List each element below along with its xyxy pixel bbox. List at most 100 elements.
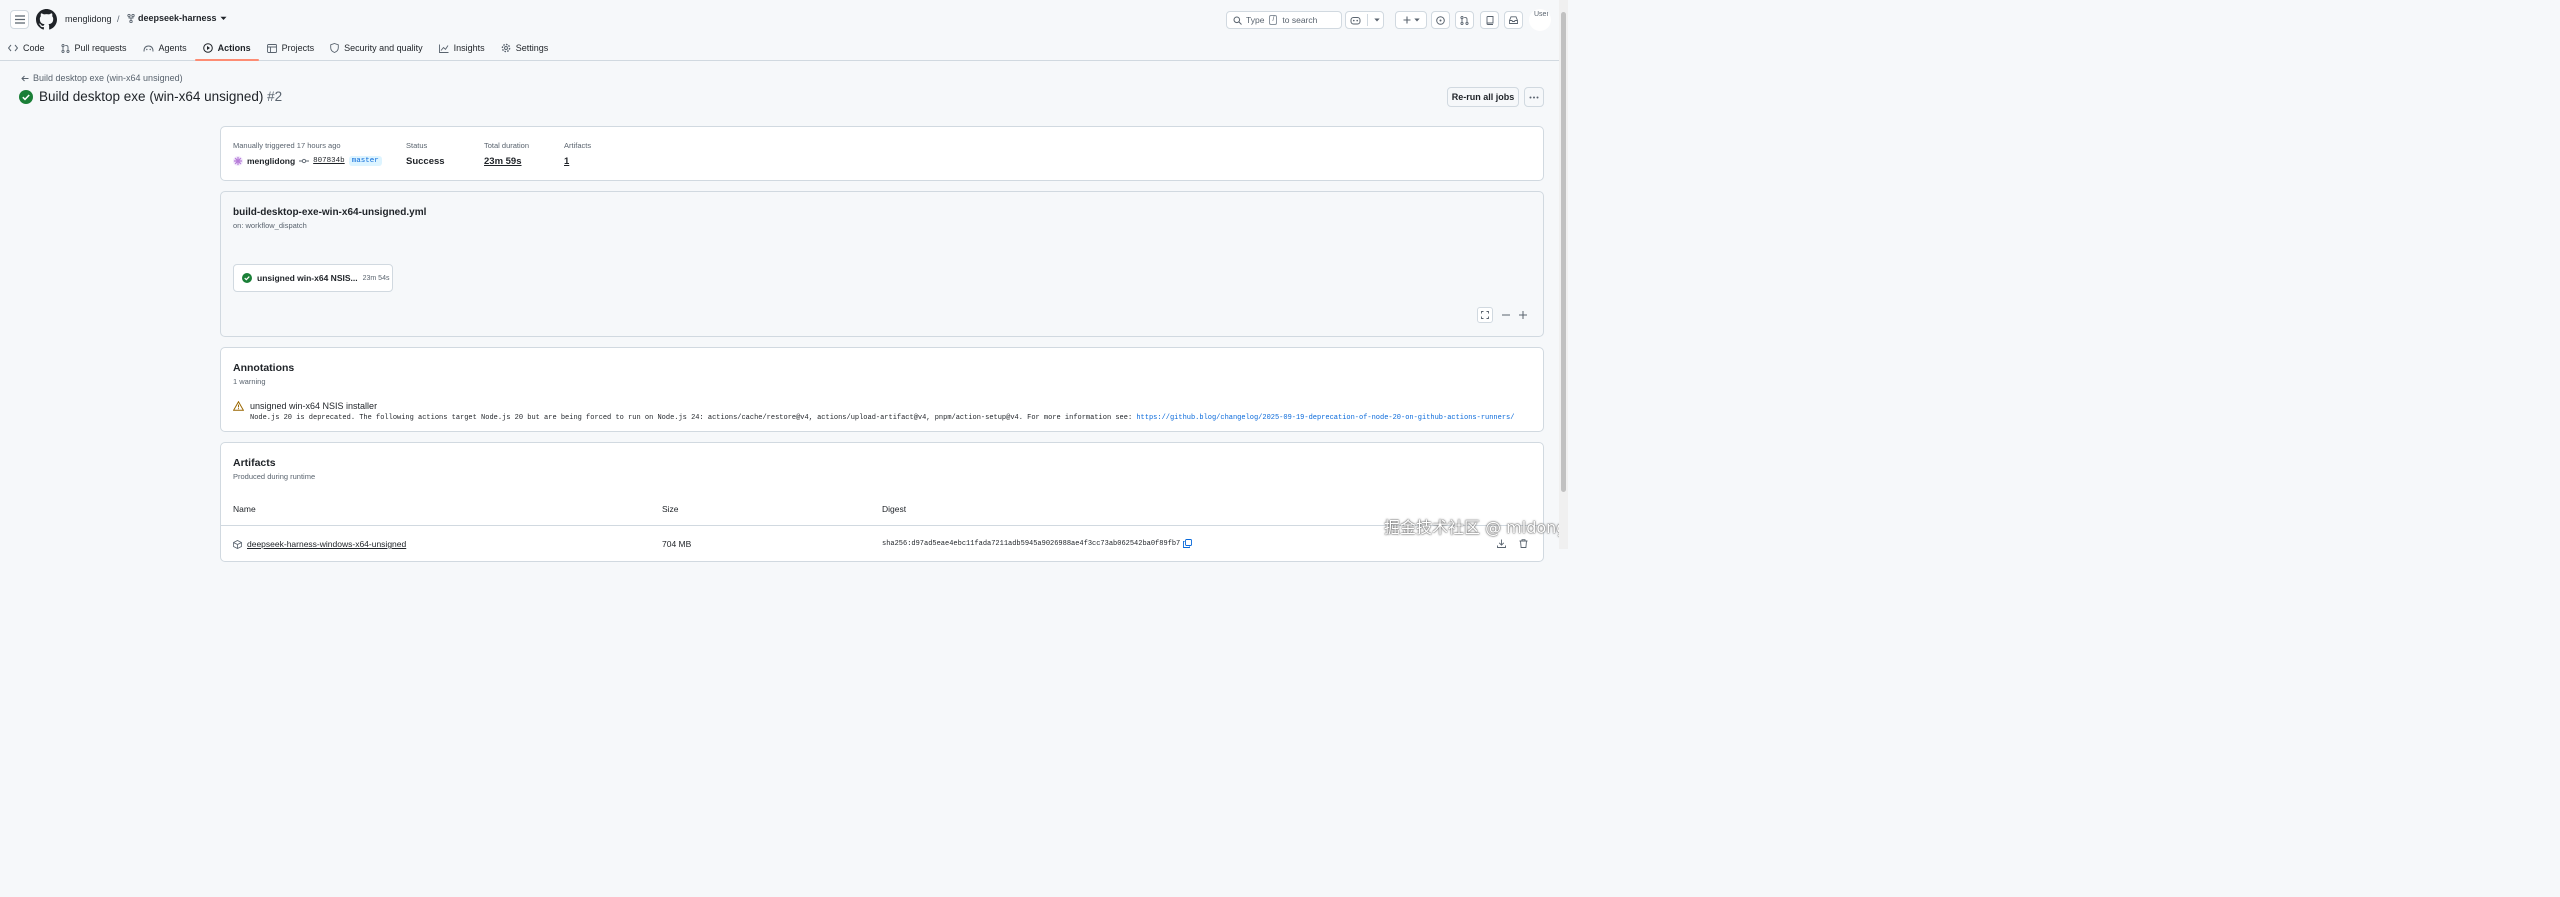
job-duration: 23m 54s [362, 274, 390, 282]
copilot-icon [1350, 16, 1360, 24]
code-icon [8, 44, 18, 52]
issue-opened-icon [1436, 15, 1445, 25]
pull-request-icon [1460, 15, 1469, 25]
zoom-in-button[interactable] [1515, 307, 1531, 323]
deprecation-link[interactable]: https://github.blog/changelog/2025-09-19… [1136, 414, 1514, 422]
tab-agents[interactable]: Agents [135, 37, 195, 59]
column-header-digest: Digest [882, 504, 907, 514]
check-circle-fill-icon [242, 273, 252, 283]
play-icon [202, 43, 213, 53]
zoom-out-button[interactable] [1498, 307, 1514, 323]
app-header: menglidong / deepseek-harness Type / to se… [0, 0, 1568, 61]
repo-fork-icon [127, 13, 135, 23]
inbox-icon [1509, 16, 1518, 24]
tab-label: Code [23, 43, 45, 53]
tab-label: Security and quality [344, 43, 423, 53]
chevron-down-icon [1373, 18, 1380, 22]
tab-pull-requests[interactable]: Pull requests [53, 37, 135, 59]
shield-icon [330, 43, 339, 53]
tab-actions[interactable]: Actions [194, 37, 259, 61]
breadcrumb-repo[interactable]: deepseek-harness [127, 13, 227, 23]
back-to-workflow-link[interactable]: Build desktop exe (win-x64 unsigned) [21, 73, 183, 83]
chevron-down-icon [1413, 18, 1420, 22]
run-title: Build desktop exe (win-x64 unsigned) [39, 89, 264, 104]
job-name: unsigned win-x64 NSIS... [257, 273, 358, 283]
page-title: Build desktop exe (win-x64 unsigned) #2 [39, 89, 282, 104]
workflow-graph-card: build-desktop-exe-win-x64-unsigned.yml o… [220, 191, 1544, 337]
git-commit-icon [299, 158, 310, 164]
duration-link[interactable]: 23m 59s [484, 156, 529, 167]
tab-label: Projects [281, 43, 315, 53]
agents-icon [143, 44, 154, 52]
table-icon [266, 43, 277, 53]
trigger-details: menglidong 807834b master [233, 156, 382, 166]
inbox-button[interactable] [1504, 11, 1523, 29]
status-label: Status [406, 141, 428, 150]
job-node[interactable]: unsigned win-x64 NSIS... 23m 54s [233, 264, 393, 292]
fullscreen-button[interactable] [1477, 307, 1493, 323]
duration-info: Total duration 23m 59s [484, 141, 529, 167]
status-info: Status Success [406, 141, 445, 167]
branch-badge[interactable]: master [348, 156, 382, 166]
trash-icon [1519, 539, 1528, 548]
workflow-file-name: build-desktop-exe-win-x64-unsigned.yml [233, 207, 427, 218]
artifacts-label: Artifacts [564, 141, 592, 150]
graph-icon [438, 44, 449, 53]
annotations-count: 1 warning [233, 377, 266, 386]
tab-label: Settings [515, 43, 549, 53]
avatar-alt-text: User [1534, 11, 1549, 18]
pull-requests-button[interactable] [1455, 11, 1474, 29]
tab-insights[interactable]: Insights [431, 37, 493, 59]
column-header-name: Name [233, 504, 256, 514]
repo-icon [1486, 15, 1493, 25]
delete-artifact-button[interactable] [1519, 539, 1528, 548]
actor-link[interactable]: menglidong [247, 156, 295, 166]
issues-button[interactable] [1431, 11, 1450, 29]
kebab-horizontal-icon [1529, 96, 1539, 98]
search-placeholder-suffix: to search [1282, 15, 1318, 25]
artifacts-subtitle: Produced during runtime [233, 472, 316, 481]
plus-icon [1519, 311, 1527, 319]
tab-security-and-quality[interactable]: Security and quality [322, 37, 431, 59]
more-actions-button[interactable] [1524, 87, 1544, 107]
breadcrumb-owner[interactable]: menglidong [65, 14, 112, 24]
annotation-message-text: Node.js 20 is deprecated. The following … [250, 414, 1137, 422]
gear-icon [501, 43, 510, 53]
search-input[interactable]: Type / to search [1226, 11, 1342, 29]
tab-label: Pull requests [74, 43, 127, 53]
plus-icon [1403, 16, 1410, 24]
annotations-title: Annotations [233, 362, 295, 374]
trigger-label: Manually triggered 17 hours ago [233, 141, 341, 150]
scrollbar-thumb[interactable] [1561, 12, 1566, 492]
package-icon [233, 539, 242, 549]
artifacts-info: Artifacts 1 [564, 141, 591, 167]
menu-button[interactable] [10, 10, 29, 29]
artifacts-count-link[interactable]: 1 [564, 156, 591, 167]
copilot-button[interactable] [1345, 11, 1384, 29]
run-title-row: Build desktop exe (win-x64 unsigned) #2 [19, 89, 282, 104]
annotation-item: unsigned win-x64 NSIS installer Node.js … [233, 401, 1514, 422]
tab-code[interactable]: Code [0, 37, 53, 59]
annotation-title[interactable]: unsigned win-x64 NSIS installer [250, 401, 1514, 411]
alert-icon [233, 401, 244, 411]
hamburger-icon [14, 15, 25, 24]
dash-icon [1502, 314, 1510, 316]
commit-sha-link[interactable]: 807834b [313, 157, 345, 165]
trigger-info: Manually triggered 17 hours ago menglido… [233, 141, 382, 166]
duration-label: Total duration [484, 141, 530, 150]
search-placeholder-prefix: Type [1246, 15, 1265, 25]
run-summary-card: Manually triggered 17 hours ago menglido… [220, 126, 1544, 181]
download-artifact-button[interactable] [1497, 539, 1506, 548]
copy-icon[interactable] [1183, 539, 1193, 548]
tab-settings[interactable]: Settings [493, 37, 557, 59]
tab-label: Agents [158, 43, 187, 53]
tab-projects[interactable]: Projects [259, 37, 323, 59]
repositories-button[interactable] [1480, 11, 1499, 29]
artifact-name-link[interactable]: deepseek-harness-windows-x64-unsigned [233, 539, 406, 549]
artifact-digest-value: sha256:d97ad5eae4ebc11fada7211adb5945a90… [882, 539, 1181, 548]
rerun-all-jobs-button[interactable]: Re-run all jobs [1447, 87, 1519, 107]
github-logo-icon[interactable] [36, 9, 57, 30]
create-new-button[interactable] [1395, 11, 1427, 29]
back-link-label: Build desktop exe (win-x64 unsigned) [33, 73, 183, 83]
avatar[interactable]: User [1529, 9, 1551, 31]
